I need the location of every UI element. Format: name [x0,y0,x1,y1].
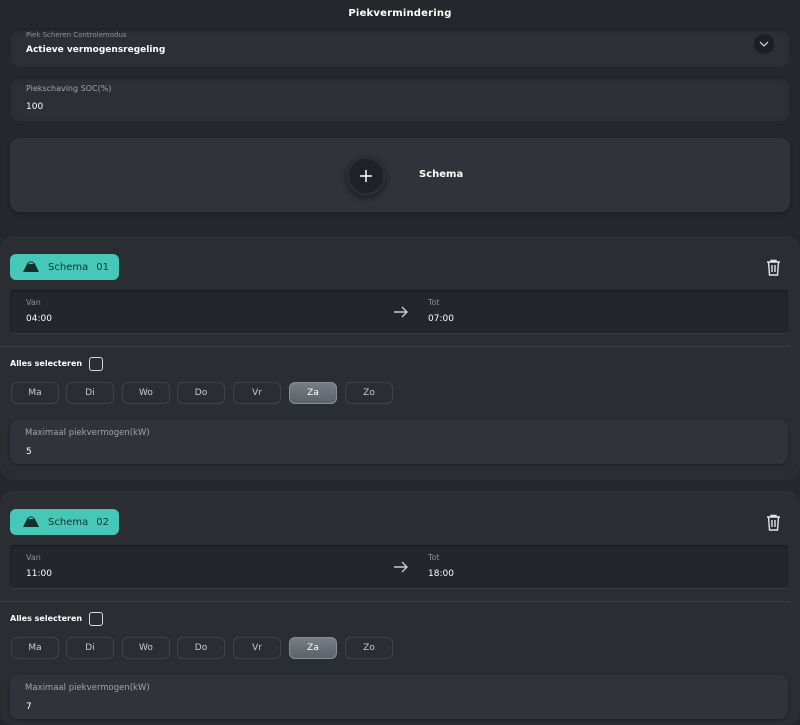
control-mode-label: Piek Scheren Controlemodus [26,31,127,39]
schedule-number: 02 [96,516,109,528]
control-mode-select[interactable]: Piek Scheren Controlemodus Actieve vermo… [10,28,790,66]
schedule-number: 01 [96,261,109,273]
from-time: 11:00 [26,569,52,579]
add-schedule-label: Schema [419,169,464,180]
max-power-field-02[interactable]: Maximaal piekvermogen(kW) 7 [10,675,788,719]
day-button-ma[interactable]: Ma [11,637,59,659]
day-button-di[interactable]: Di [66,637,114,659]
delete-schedule-button[interactable] [764,257,782,277]
day-button-za[interactable]: Za [289,637,337,659]
day-button-wo[interactable]: Wo [122,637,170,659]
to-time: 18:00 [428,569,454,579]
day-button-vr[interactable]: Vr [233,637,281,659]
add-schedule-card [10,138,790,212]
divider [0,346,790,347]
select-all-checkbox[interactable] [89,612,103,626]
max-power-value: 7 [26,702,32,712]
chevron-down-icon[interactable] [754,34,774,54]
day-button-do[interactable]: Do [177,637,225,659]
max-power-label: Maximaal piekvermogen(kW) [25,428,150,438]
schedule-badge-icon [23,261,39,272]
day-button-wo[interactable]: Wo [122,382,170,404]
schedule-badge-02: Schema 02 [10,509,119,535]
day-button-vr[interactable]: Vr [233,382,281,404]
page-header: Piekvermindering [0,0,800,26]
schedule-badge-label: Schema [48,261,89,273]
select-all-checkbox[interactable] [89,357,103,371]
add-schedule-button[interactable] [346,156,386,196]
day-button-zo[interactable]: Zo [345,382,393,404]
from-label: Van [26,298,41,307]
day-button-za[interactable]: Za [289,382,337,404]
soc-field[interactable]: Piekschaving SOC(%) 100 [10,76,790,120]
schedule-badge-label: Schema [48,516,89,528]
to-label: Tot [428,553,440,562]
arrow-right-icon [394,561,408,573]
plus-icon [360,170,372,182]
trash-icon [766,259,780,276]
soc-value: 100 [26,102,44,112]
day-button-ma[interactable]: Ma [11,382,59,404]
from-label: Van [26,553,41,562]
day-button-di[interactable]: Di [66,382,114,404]
day-button-do[interactable]: Do [177,382,225,404]
page-title: Piekvermindering [348,7,452,19]
to-label: Tot [428,298,440,307]
max-power-field-01[interactable]: Maximaal piekvermogen(kW) 5 [10,420,788,464]
trash-icon [766,514,780,531]
from-time: 04:00 [26,314,52,324]
max-power-value: 5 [26,447,32,457]
select-all-label: Alles selecteren [10,614,83,623]
soc-label: Piekschaving SOC(%) [26,84,112,93]
delete-schedule-button[interactable] [764,512,782,532]
to-time: 07:00 [428,314,454,324]
select-all-label: Alles selecteren [10,359,83,368]
schedule-badge-icon [23,516,39,527]
control-mode-value: Actieve vermogensregeling [26,45,166,55]
schedule-badge-01: Schema 01 [10,254,119,280]
max-power-label: Maximaal piekvermogen(kW) [25,683,150,693]
arrow-right-icon [394,306,408,318]
divider [0,601,790,602]
day-button-zo[interactable]: Zo [345,637,393,659]
